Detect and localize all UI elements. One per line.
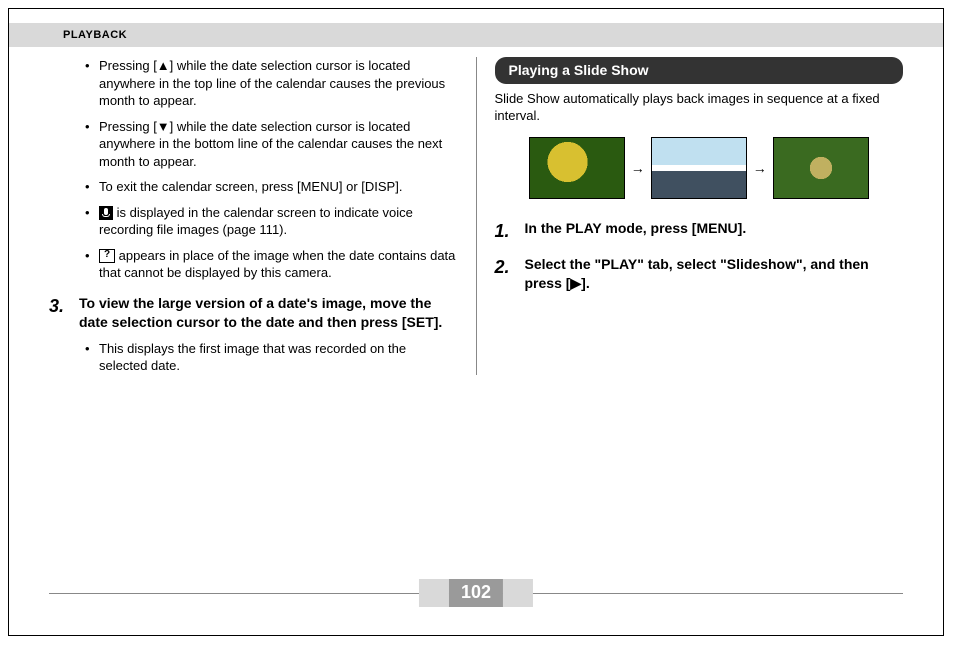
list-item: Pressing [▲] while the date selection cu…: [85, 57, 458, 110]
list-item: is displayed in the calendar screen to i…: [85, 204, 458, 239]
thumbnail-mountain: [651, 137, 747, 199]
step-number: 1.: [495, 219, 515, 243]
left-column: Pressing [▲] while the date selection cu…: [49, 57, 476, 375]
step-text: In the PLAY mode, press [MENU].: [525, 219, 747, 238]
step-text: Select the "PLAY" tab, select "Slideshow…: [525, 255, 904, 293]
bullet-text: This displays the first image that was r…: [99, 341, 406, 374]
slideshow-thumbnails: → →: [495, 137, 904, 199]
step-1: 1. In the PLAY mode, press [MENU].: [495, 219, 904, 243]
bullet-text: appears in place of the image when the d…: [99, 248, 455, 281]
list-item: ? appears in place of the image when the…: [85, 247, 458, 282]
thumbnail-dragonfly: [773, 137, 869, 199]
bullet-text: To exit the calendar screen, press [MENU…: [99, 179, 402, 194]
page-number-tab-left: [419, 579, 449, 607]
right-column: Playing a Slide Show Slide Show automati…: [476, 57, 904, 375]
page-number-tab-right: [503, 579, 533, 607]
page-footer: 102: [9, 593, 943, 621]
slideshow-heading: Playing a Slide Show: [495, 57, 904, 84]
list-item: Pressing [▼] while the date selection cu…: [85, 118, 458, 171]
section-header-title: PLAYBACK: [63, 29, 127, 41]
step-text: To view the large version of a date's im…: [79, 294, 458, 332]
step-2: 2. Select the "PLAY" tab, select "Slides…: [495, 255, 904, 293]
section-header-bar: PLAYBACK: [9, 23, 943, 47]
step-3: 3. To view the large version of a date's…: [49, 294, 458, 332]
list-item: To exit the calendar screen, press [MENU…: [85, 178, 458, 196]
step-3-sublist: This displays the first image that was r…: [49, 340, 458, 375]
list-item: This displays the first image that was r…: [85, 340, 458, 375]
arrow-right-icon: →: [631, 159, 645, 178]
slideshow-intro: Slide Show automatically plays back imag…: [495, 90, 904, 125]
bullet-text: Pressing [▲] while the date selection cu…: [99, 58, 445, 108]
thumbnail-flower: [529, 137, 625, 199]
arrow-right-icon: →: [753, 159, 767, 178]
bullet-text: is displayed in the calendar screen to i…: [99, 205, 413, 238]
manual-page: PLAYBACK Pressing [▲] while the date sel…: [8, 8, 944, 636]
microphone-icon: [99, 206, 113, 220]
calendar-notes-list: Pressing [▲] while the date selection cu…: [49, 57, 458, 282]
page-number: 102: [449, 579, 503, 607]
step-number: 3.: [49, 294, 69, 318]
step-number: 2.: [495, 255, 515, 279]
bullet-text: Pressing [▼] while the date selection cu…: [99, 119, 442, 169]
question-icon: ?: [99, 249, 115, 263]
content-columns: Pressing [▲] while the date selection cu…: [9, 47, 943, 375]
page-number-wrap: 102: [419, 579, 533, 607]
